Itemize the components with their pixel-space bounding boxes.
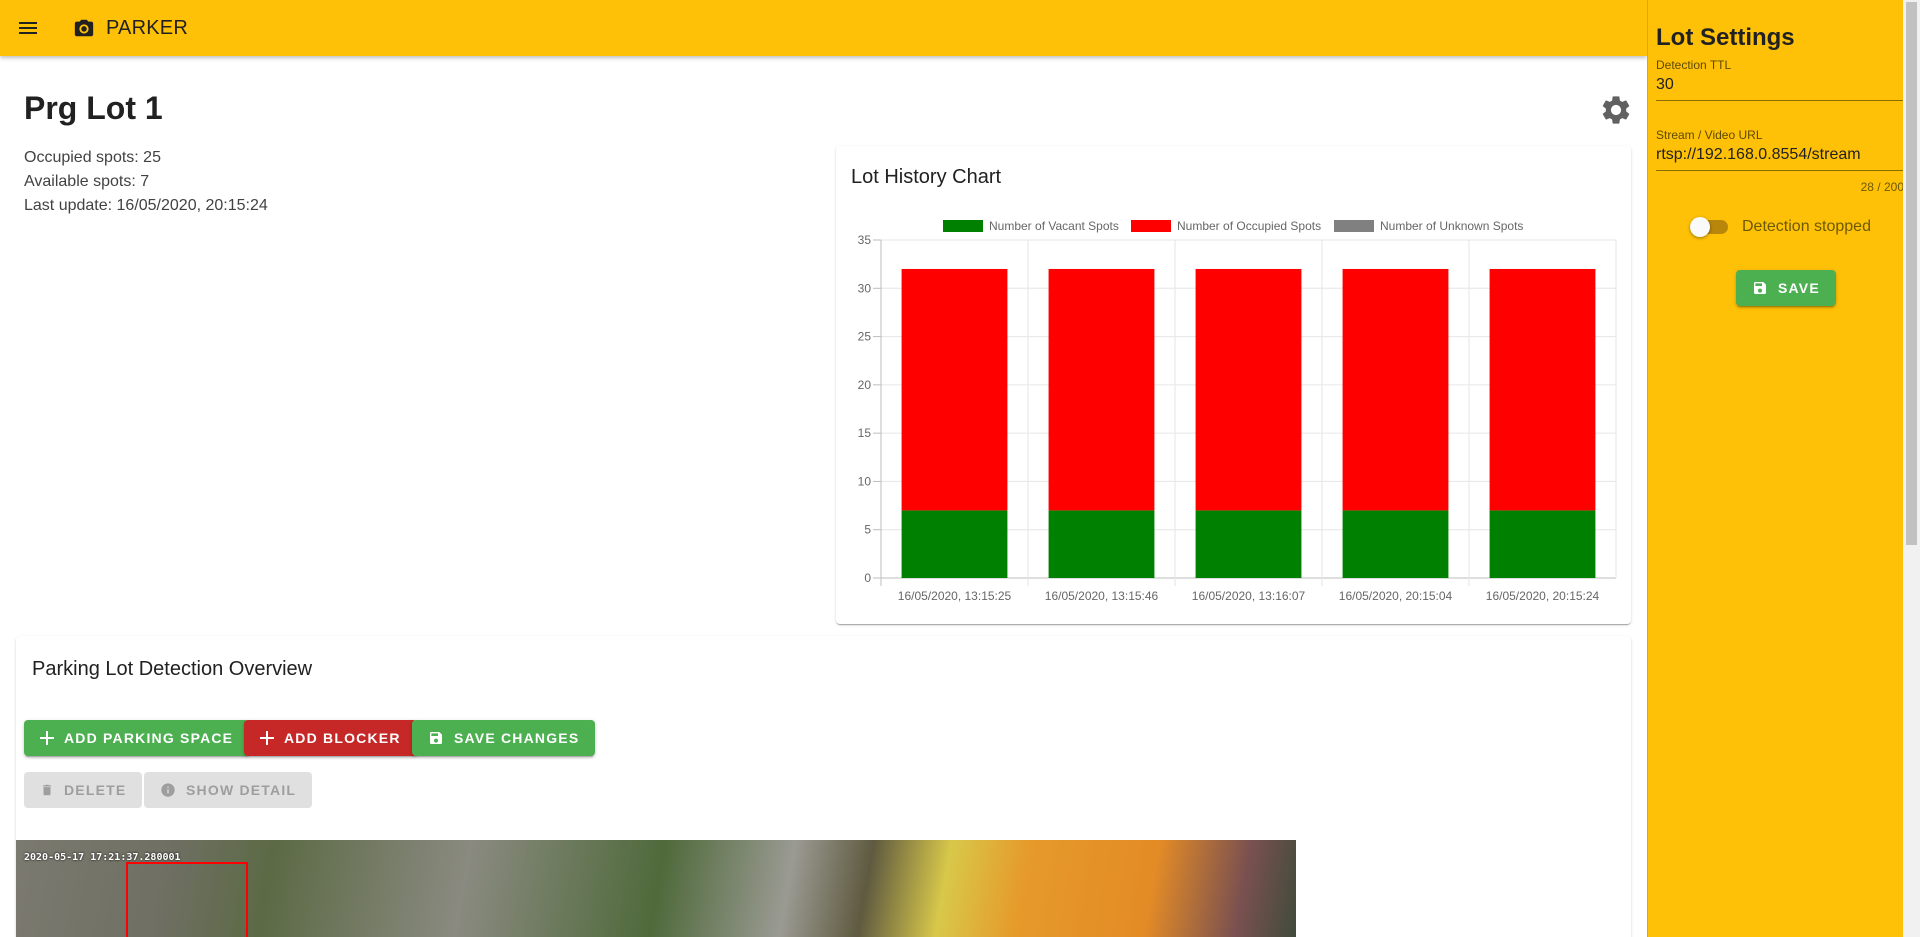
detection-ttl-label: Detection TTL bbox=[1656, 58, 1732, 72]
y-tick-label: 35 bbox=[858, 233, 872, 247]
info-icon bbox=[160, 782, 176, 798]
plus-icon bbox=[260, 731, 274, 745]
detection-overview-card: Parking Lot Detection Overview ADD PARKI… bbox=[16, 636, 1631, 937]
legend-swatch bbox=[943, 220, 983, 232]
plus-icon bbox=[40, 731, 54, 745]
legend-label: Number of Occupied Spots bbox=[1177, 219, 1321, 233]
bar-segment bbox=[1342, 268, 1449, 511]
url-char-counter: 28 / 200 bbox=[1860, 180, 1903, 194]
detection-switch[interactable] bbox=[1690, 217, 1728, 237]
detection-toggle[interactable]: Detection stopped bbox=[1690, 217, 1871, 237]
legend-label: Number of Unknown Spots bbox=[1380, 219, 1523, 233]
bar-segment bbox=[1342, 510, 1449, 578]
bar-segment bbox=[1048, 268, 1155, 511]
lot-settings-drawer: Lot Settings Detection TTL 30 Stream / V… bbox=[1647, 0, 1903, 937]
page-title: Prg Lot 1 bbox=[24, 90, 163, 126]
y-tick-label: 0 bbox=[864, 571, 871, 585]
switch-thumb[interactable] bbox=[1690, 217, 1710, 237]
save-changes-button[interactable]: SAVE CHANGES bbox=[412, 720, 596, 756]
scrollbar-thumb[interactable] bbox=[1906, 2, 1917, 545]
detection-status-label: Detection stopped bbox=[1742, 218, 1871, 235]
bar-segment bbox=[1489, 510, 1596, 578]
overview-title: Parking Lot Detection Overview bbox=[32, 658, 313, 680]
y-tick-label: 25 bbox=[858, 330, 872, 344]
floppy-disk-icon bbox=[1752, 280, 1768, 296]
legend-label: Number of Vacant Spots bbox=[989, 219, 1119, 233]
floppy-disk-icon bbox=[428, 730, 444, 746]
bar-segment bbox=[901, 268, 1008, 511]
page-scrollbar[interactable] bbox=[1903, 0, 1920, 937]
camera-icon bbox=[72, 16, 96, 40]
x-tick-label: 16/05/2020, 20:15:24 bbox=[1486, 589, 1600, 603]
parking-space-box[interactable] bbox=[126, 862, 248, 937]
x-tick-label: 16/05/2020, 13:15:46 bbox=[1045, 589, 1159, 603]
main-content: Prg Lot 1 Occupied spots: 25 Available s… bbox=[0, 56, 1647, 937]
add-blocker-button[interactable]: ADD BLOCKER bbox=[244, 720, 417, 756]
x-tick-label: 16/05/2020, 13:16:07 bbox=[1192, 589, 1306, 603]
detection-ttl-input[interactable]: 30 bbox=[1656, 76, 1903, 101]
x-tick-label: 16/05/2020, 13:15:25 bbox=[898, 589, 1012, 603]
show-detail-button[interactable]: SHOW DETAIL bbox=[144, 772, 313, 808]
lot-history-card: Lot History Chart Number of Vacant Spots… bbox=[836, 146, 1631, 624]
y-tick-label: 20 bbox=[858, 378, 872, 392]
stream-url-field[interactable]: Stream / Video URL rtsp://192.168.0.8554… bbox=[1656, 128, 1903, 171]
bar-segment bbox=[1195, 510, 1302, 578]
save-settings-button[interactable]: SAVE bbox=[1736, 270, 1836, 306]
detection-ttl-field[interactable]: Detection TTL 30 bbox=[1656, 58, 1903, 101]
settings-button[interactable] bbox=[1596, 90, 1636, 130]
app-bar: PARKER bbox=[0, 0, 1647, 56]
last-update: Last update: 16/05/2020, 20:15:24 bbox=[24, 197, 268, 214]
add-parking-space-button[interactable]: ADD PARKING SPACE bbox=[24, 720, 250, 756]
y-tick-label: 10 bbox=[858, 474, 872, 488]
bar-segment bbox=[901, 510, 1008, 578]
camera-feed-image[interactable]: 2020-05-17 17:21:37.280001 bbox=[16, 840, 1296, 937]
delete-button[interactable]: DELETE bbox=[24, 772, 143, 808]
occupied-spots: Occupied spots: 25 bbox=[24, 149, 161, 166]
settings-title: Lot Settings bbox=[1656, 24, 1795, 51]
available-spots: Available spots: 7 bbox=[24, 173, 150, 190]
bar-segment bbox=[1048, 510, 1155, 578]
y-tick-label: 30 bbox=[858, 281, 872, 295]
menu-button[interactable] bbox=[0, 0, 56, 56]
x-tick-label: 16/05/2020, 20:15:04 bbox=[1339, 589, 1453, 603]
y-tick-label: 15 bbox=[858, 426, 872, 440]
trash-icon bbox=[40, 782, 54, 798]
legend-swatch bbox=[1334, 220, 1374, 232]
legend-swatch bbox=[1131, 220, 1171, 232]
bar-segment bbox=[1489, 268, 1596, 511]
brand[interactable]: PARKER bbox=[72, 16, 188, 40]
y-tick-label: 5 bbox=[864, 523, 871, 537]
app-title: PARKER bbox=[106, 16, 188, 39]
stream-url-label: Stream / Video URL bbox=[1656, 128, 1763, 142]
menu-icon bbox=[19, 22, 37, 34]
stream-url-input[interactable]: rtsp://192.168.0.8554/stream bbox=[1656, 146, 1903, 171]
lot-history-chart: Number of Vacant Spots Number of Occupied… bbox=[858, 219, 1617, 603]
lot-stats: Occupied spots: 25 Available spots: 7 La… bbox=[24, 146, 268, 218]
bar-segment bbox=[1195, 268, 1302, 511]
gear-icon bbox=[1602, 96, 1630, 124]
